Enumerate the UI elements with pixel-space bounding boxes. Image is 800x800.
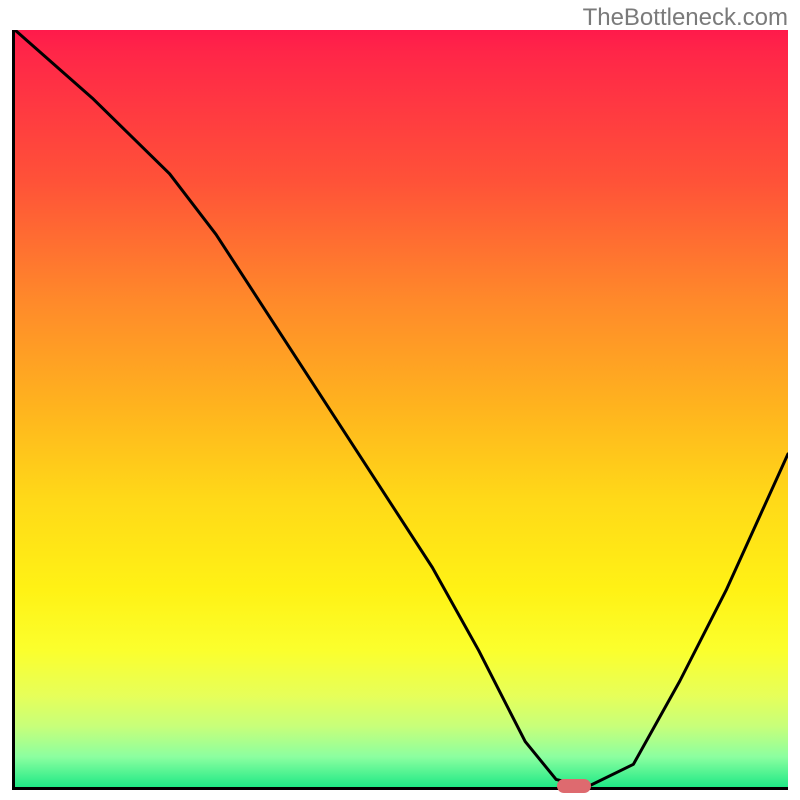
optimal-marker (557, 779, 591, 793)
plot-area (12, 30, 788, 790)
bottleneck-curve (15, 30, 788, 787)
watermark-text: TheBottleneck.com (583, 4, 788, 32)
